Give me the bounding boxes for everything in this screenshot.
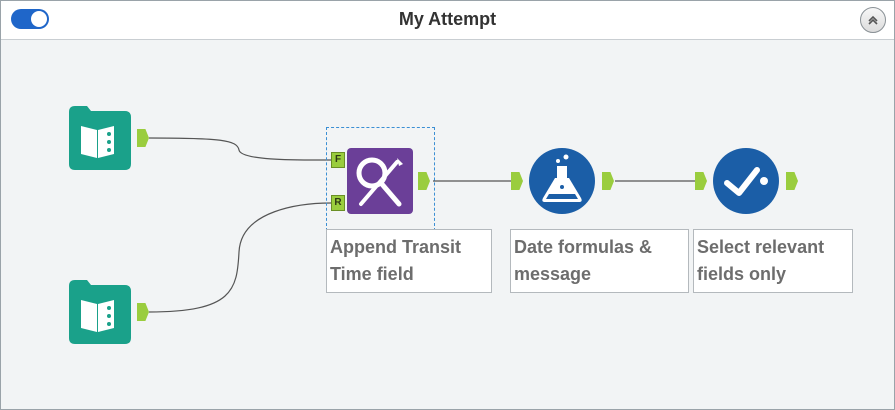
append-fields-icon bbox=[347, 148, 413, 214]
formula-tool[interactable] bbox=[529, 148, 595, 219]
flask-icon bbox=[529, 148, 595, 214]
append-fields-tool[interactable] bbox=[347, 148, 413, 219]
input-data-tool-2[interactable] bbox=[67, 278, 133, 349]
window-title: My Attempt bbox=[398, 9, 497, 29]
append-r-anchor[interactable]: R bbox=[331, 195, 345, 211]
workflow-window: My Attempt F R Append Transit Time field… bbox=[0, 0, 895, 410]
connection-lines bbox=[148, 137, 698, 313]
select-tool[interactable] bbox=[713, 148, 779, 219]
append-tool-label[interactable]: Append Transit Time field bbox=[326, 229, 492, 293]
input-data-tool-1[interactable] bbox=[67, 104, 133, 175]
select-tool-label[interactable]: Select relevant fields only bbox=[693, 229, 853, 293]
formula-tool-label[interactable]: Date formulas & message bbox=[510, 229, 689, 293]
book-input-icon bbox=[69, 280, 131, 344]
chevron-up-icon bbox=[868, 15, 878, 25]
collapse-button[interactable] bbox=[860, 7, 886, 33]
connection-input2-to-r bbox=[148, 202, 332, 313]
append-f-anchor[interactable]: F bbox=[331, 152, 345, 168]
book-input-icon bbox=[69, 106, 131, 170]
check-select-icon bbox=[713, 148, 779, 214]
workflow-canvas[interactable]: F R Append Transit Time field Date formu… bbox=[1, 40, 894, 409]
connection-input1-to-f bbox=[148, 137, 332, 161]
title-bar: My Attempt bbox=[1, 1, 894, 40]
